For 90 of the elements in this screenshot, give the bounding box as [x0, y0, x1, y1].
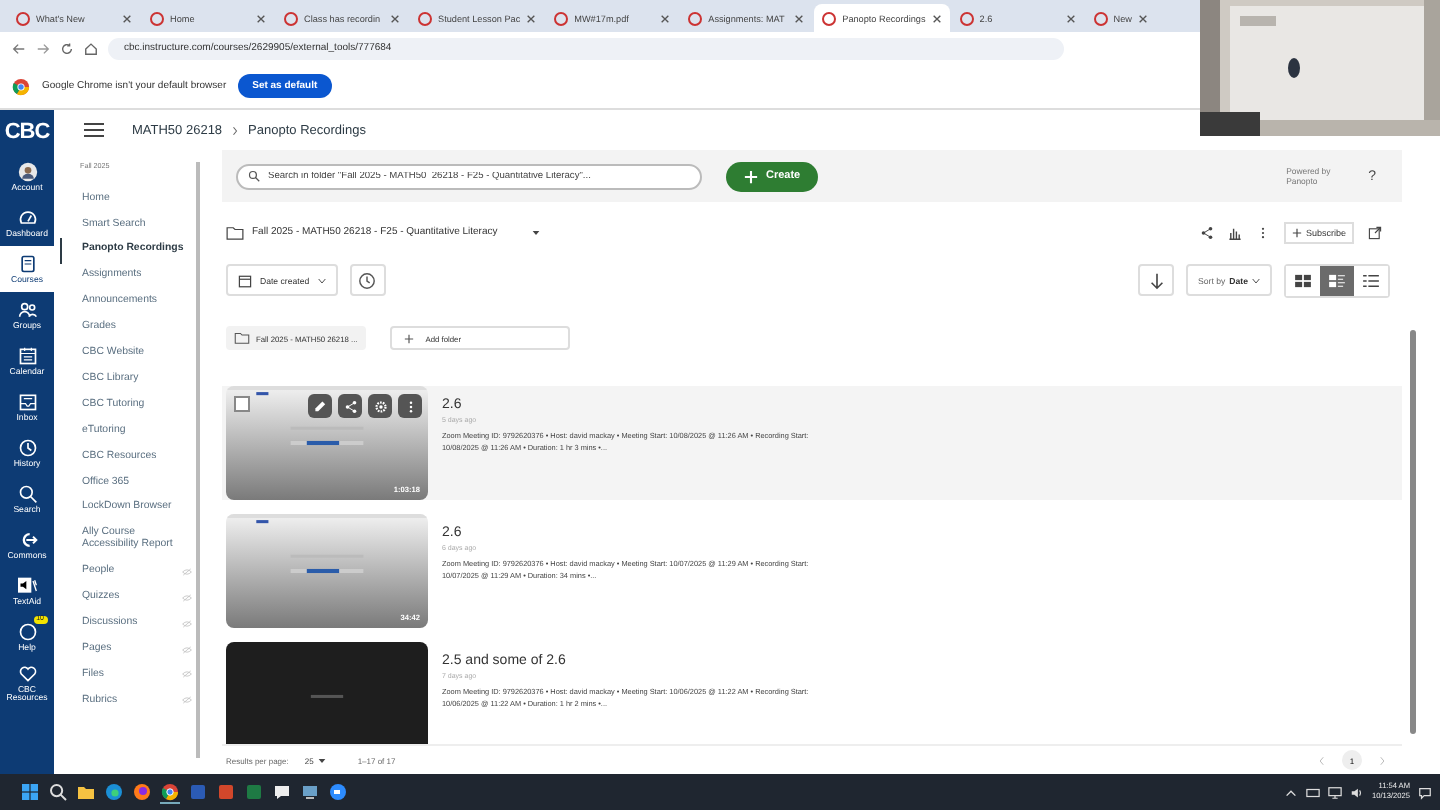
keyboard-icon[interactable]: [1305, 785, 1320, 799]
hidden-eye-icon: [182, 593, 192, 602]
close-icon[interactable]: [931, 13, 942, 23]
plus-icon: [403, 333, 414, 343]
avatar-icon: [17, 161, 37, 182]
dashboard-icon: [17, 207, 37, 228]
breadcrumb-separator-icon: [232, 125, 239, 135]
close-icon[interactable]: [660, 13, 671, 23]
book-icon: [17, 253, 37, 274]
clock-icon: [17, 437, 37, 458]
folder-icon: [226, 225, 244, 239]
more-options-icon[interactable]: [398, 394, 422, 418]
dropdown-caret-icon[interactable]: [531, 229, 540, 235]
commons-icon: [17, 529, 37, 550]
share-icon[interactable]: [338, 394, 362, 418]
edit-icon[interactable]: [308, 394, 332, 418]
favicon-icon: [150, 11, 164, 25]
search-icon: [17, 483, 37, 504]
chrome-icon[interactable]: [160, 781, 180, 803]
plus-icon: [744, 169, 758, 183]
notification-icon[interactable]: [1418, 785, 1432, 799]
close-icon[interactable]: [794, 13, 805, 23]
favicon-icon: [688, 11, 703, 25]
detail-view-icon: [1328, 273, 1346, 287]
sort-direction-button[interactable]: [1138, 264, 1175, 296]
hidden-eye-icon: [182, 645, 192, 654]
chrome-logo-icon: [12, 77, 30, 95]
list-view-icon: [1362, 273, 1380, 287]
excel-icon[interactable]: [244, 782, 264, 802]
favicon-icon: [284, 11, 298, 25]
inbox-icon: [17, 391, 37, 412]
menu-icon[interactable]: [84, 122, 104, 138]
home-icon[interactable]: [84, 41, 98, 55]
college-logo[interactable]: CBC: [0, 110, 54, 154]
close-icon[interactable]: [1137, 13, 1148, 23]
volume-icon[interactable]: [1349, 785, 1364, 799]
chevron-up-icon[interactable]: [1283, 785, 1298, 799]
folder-icon[interactable]: [76, 782, 96, 802]
close-icon[interactable]: [390, 13, 400, 23]
help-icon: [17, 621, 37, 642]
folder-icon: [234, 332, 250, 344]
grid-view-icon: [1294, 273, 1312, 287]
powerpoint-icon[interactable]: [216, 782, 236, 802]
speaker-icon: [17, 575, 37, 596]
scrollbar[interactable]: [1410, 330, 1416, 734]
plus-icon: [1291, 227, 1302, 237]
history-button[interactable]: [349, 264, 386, 296]
calendar-icon: [238, 273, 252, 287]
chevron-down-icon: [1252, 277, 1260, 283]
hidden-eye-icon: [182, 670, 192, 679]
start-icon[interactable]: [20, 782, 40, 802]
favicon-icon: [822, 11, 837, 25]
favicon-icon: [554, 11, 569, 25]
select-checkbox[interactable]: [234, 396, 250, 412]
chat-icon[interactable]: [272, 782, 292, 802]
monitor-icon[interactable]: [300, 782, 320, 802]
back-icon[interactable]: [12, 41, 26, 55]
favicon-icon: [418, 11, 432, 25]
close-icon[interactable]: [1065, 13, 1076, 23]
view-toggle[interactable]: [1320, 265, 1354, 295]
calendar-icon: [17, 345, 37, 366]
edge-browser-icon[interactable]: [104, 782, 124, 802]
favicon-icon: [16, 11, 30, 25]
search-icon[interactable]: [48, 782, 68, 802]
network-icon[interactable]: [1327, 785, 1342, 799]
scrollbar[interactable]: [196, 162, 200, 758]
people-icon: [17, 299, 37, 320]
hidden-eye-icon: [182, 619, 192, 628]
favicon-icon: [1093, 11, 1108, 25]
settings-icon[interactable]: [368, 394, 392, 418]
search-icon: [248, 170, 260, 182]
close-icon[interactable]: [526, 13, 537, 23]
favicon-icon: [959, 11, 974, 25]
chevron-down-icon: [317, 277, 326, 283]
reload-icon[interactable]: [60, 41, 74, 55]
word-icon[interactable]: [188, 782, 208, 802]
open-external-icon[interactable]: [1368, 225, 1382, 239]
heart-icon: [17, 663, 37, 684]
share-icon[interactable]: [1199, 225, 1214, 239]
zoom-icon[interactable]: [328, 782, 348, 802]
caret-down-icon: [317, 757, 326, 763]
clock-icon: [358, 271, 377, 289]
close-icon[interactable]: [256, 13, 266, 23]
hidden-eye-icon: [182, 567, 192, 576]
close-icon[interactable]: [122, 13, 132, 23]
forward-icon[interactable]: [36, 41, 50, 55]
firefox-icon[interactable]: [132, 782, 152, 802]
hidden-eye-icon: [182, 696, 192, 705]
stats-icon[interactable]: [1227, 225, 1242, 239]
down-arrow-icon: [1147, 271, 1166, 289]
